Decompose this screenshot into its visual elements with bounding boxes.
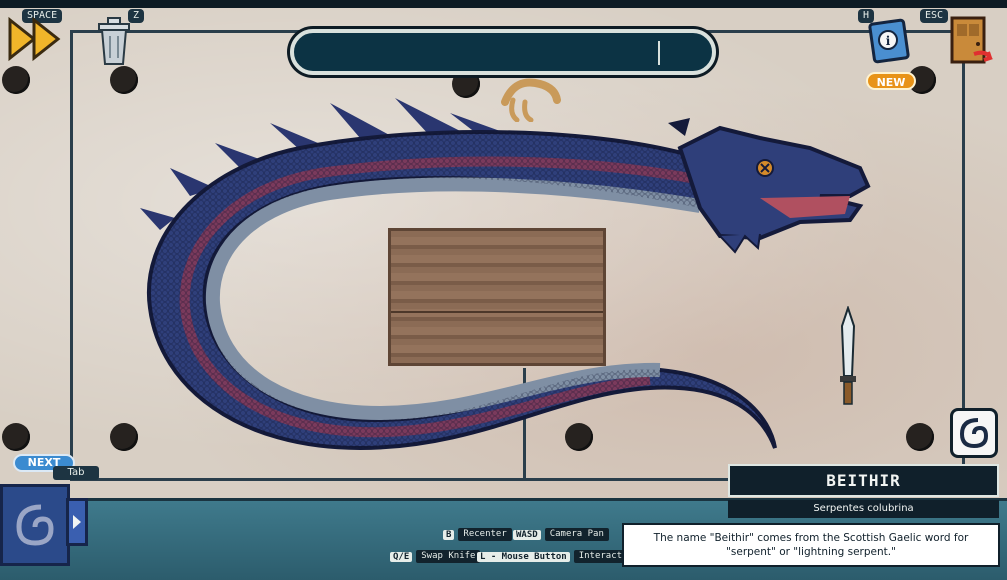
hint-swap-knife: Q/E Swap Knife: [390, 550, 481, 563]
hint-key: L - Mouse Button: [477, 551, 570, 562]
journal-spiral-icon: [16, 504, 54, 546]
hint-action: Interact: [573, 550, 628, 563]
serpent-head: [668, 118, 871, 254]
fast-forward-icon: [8, 16, 61, 62]
svg-text:i: i: [886, 34, 891, 48]
journal-expand-button[interactable]: [66, 498, 88, 546]
text-caret: [658, 41, 660, 65]
game-screen: SPACE Z H i NEW ESC NEXT Tab B Recenter …: [0, 0, 1007, 580]
hint-interact: L - Mouse Button Interact: [477, 550, 628, 563]
hint-camera-pan: WASD Camera Pan: [513, 528, 609, 541]
spiral-icon: [959, 418, 989, 449]
exit-door-icon: [950, 16, 993, 64]
hint-action: Camera Pan: [544, 528, 609, 541]
exit-button[interactable]: [944, 14, 994, 68]
help-book-icon: i: [868, 18, 910, 64]
search-input[interactable]: [290, 29, 716, 75]
hint-key: B: [443, 529, 455, 540]
top-edge: [0, 0, 1007, 8]
hint-recenter: B Recenter: [443, 528, 512, 541]
creature-scientific-name: Serpentes colubrina: [728, 500, 999, 518]
dissection-board: [0, 8, 1007, 498]
creature-description: The name "Beithir" comes from the Scotti…: [622, 523, 1000, 567]
fast-forward-button[interactable]: [8, 16, 62, 62]
creature-name: BEITHIR: [728, 464, 999, 497]
hint-key: WASD: [513, 529, 541, 540]
chevron-right-icon: [73, 515, 81, 529]
next-key-label: Tab: [53, 466, 99, 480]
trash-can-icon: [98, 17, 130, 65]
hint-action: Recenter: [458, 528, 512, 541]
help-button[interactable]: i: [866, 16, 912, 64]
hint-action: Swap Knife: [416, 550, 481, 563]
knife-icon[interactable]: [836, 306, 860, 412]
hint-key: Q/E: [390, 551, 413, 562]
new-badge: NEW: [866, 72, 916, 90]
spiral-badge[interactable]: [950, 408, 998, 458]
journal-button[interactable]: [0, 484, 70, 566]
beithir-serpent[interactable]: [0, 8, 1007, 498]
trash-button[interactable]: [93, 14, 135, 66]
